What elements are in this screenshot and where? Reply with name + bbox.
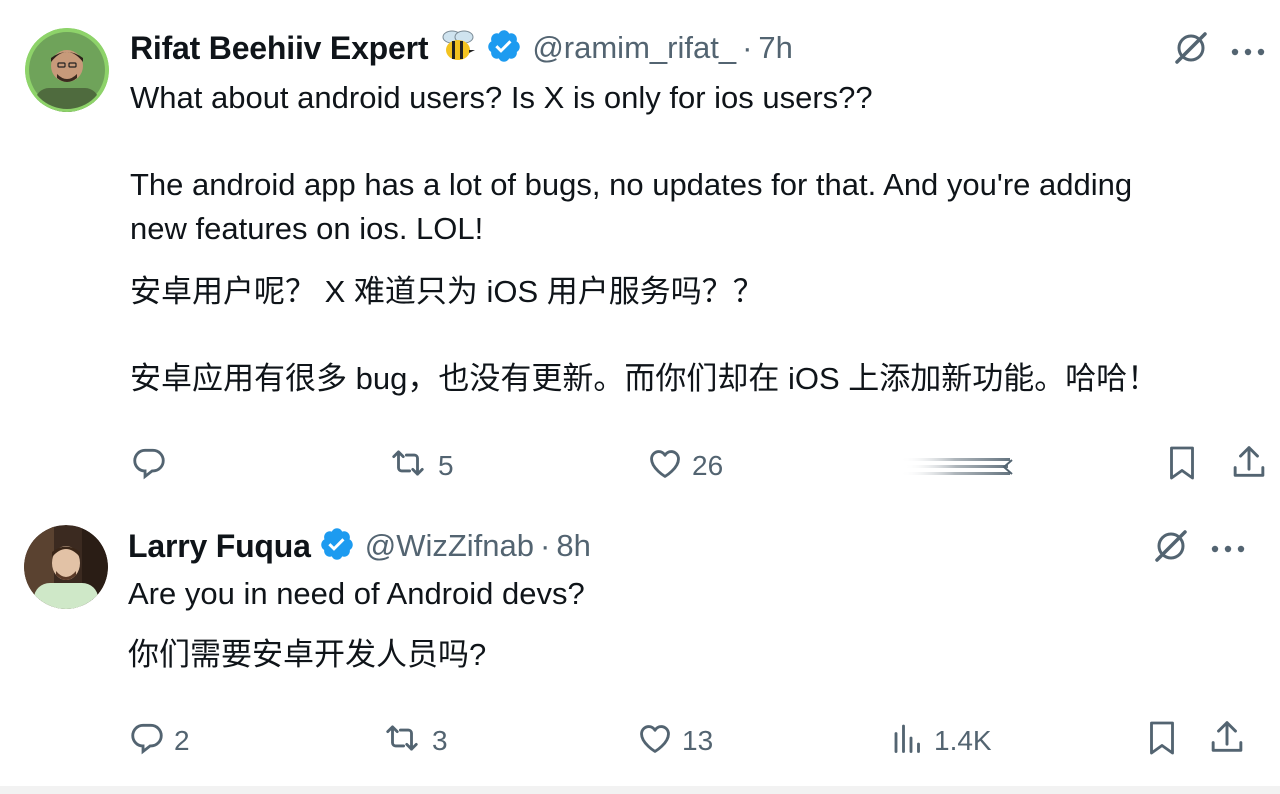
timestamp[interactable]: 8h: [556, 528, 590, 564]
like-icon: [636, 719, 674, 764]
repost-count: 3: [432, 725, 448, 756]
tweet-text-line: The android app has a lot of bugs, no up…: [130, 167, 1133, 202]
reply-count: 2: [174, 725, 190, 756]
more-icon[interactable]: [1230, 44, 1266, 62]
tweet[interactable]: Larry Fuqua @WizZifnab · 8h Are you in n…: [0, 512, 1280, 794]
repost-button[interactable]: 3: [380, 719, 448, 763]
reply-button[interactable]: 2: [128, 719, 190, 763]
like-button[interactable]: 26: [646, 444, 723, 488]
views-button[interactable]: 1.4K: [890, 719, 992, 763]
like-count: 26: [692, 450, 724, 481]
like-button[interactable]: 13: [636, 719, 713, 763]
like-icon: [646, 444, 684, 489]
verified-badge-icon[interactable]: [486, 28, 522, 69]
author-handle[interactable]: @WizZifnab: [365, 528, 534, 564]
views-count: 1.4K: [934, 725, 992, 756]
repost-icon: [386, 444, 430, 489]
grok-icon[interactable]: [1172, 29, 1210, 72]
avatar[interactable]: [25, 28, 109, 112]
views-icon: [890, 719, 926, 764]
grok-icon[interactable]: [1152, 527, 1190, 570]
tweet-header: Rifat Beehiiv Expert @ramim_rifat_ · 7h: [130, 26, 793, 70]
views-icon[interactable]: [900, 452, 1014, 482]
tweet-text-line: What about android users? Is X is only f…: [130, 80, 873, 115]
author-name[interactable]: Rifat Beehiiv Expert: [130, 30, 429, 67]
reply-icon: [128, 719, 166, 764]
repost-button[interactable]: 5: [386, 444, 454, 488]
share-icon: [1208, 718, 1246, 765]
repost-count: 5: [438, 450, 454, 481]
tweet-text-line-translated: 安卓用户呢？ X 难道只为 iOS 用户服务吗？？: [130, 274, 764, 309]
author-name[interactable]: Larry Fuqua: [128, 528, 311, 565]
tweet-text-line-translated: 你们需要安卓开发人员吗?: [128, 637, 487, 672]
tweet[interactable]: Rifat Beehiiv Expert @ramim_rifat_ · 7h: [0, 0, 1280, 512]
timestamp[interactable]: 7h: [758, 30, 792, 66]
verified-badge-icon[interactable]: [319, 526, 355, 567]
share-icon: [1230, 443, 1268, 490]
tweet-header: Larry Fuqua @WizZifnab · 8h: [128, 524, 591, 568]
avatar[interactable]: [24, 525, 108, 609]
bookmark-icon: [1164, 443, 1200, 490]
bottom-divider: [0, 786, 1280, 794]
bookmark-button[interactable]: [1164, 444, 1200, 488]
reply-button[interactable]: [130, 444, 176, 488]
more-icon[interactable]: [1210, 541, 1246, 559]
repost-icon: [380, 719, 424, 764]
author-handle[interactable]: @ramim_rifat_: [532, 30, 736, 66]
bee-icon: [438, 28, 478, 69]
share-button[interactable]: [1208, 719, 1246, 763]
tweet-text-line: new features on ios. LOL!: [130, 211, 484, 246]
reply-icon: [130, 444, 168, 489]
separator-dot: ·: [540, 528, 551, 563]
share-button[interactable]: [1230, 444, 1268, 488]
bookmark-icon: [1144, 718, 1180, 765]
bookmark-button[interactable]: [1144, 719, 1180, 763]
separator-dot: ·: [742, 30, 753, 65]
tweet-text-line: Are you in need of Android devs?: [128, 576, 585, 611]
tweet-text-line-translated: 安卓应用有很多 bug，也没有更新。而你们却在 iOS 上添加新功能。哈哈！: [130, 361, 1159, 396]
like-count: 13: [682, 725, 714, 756]
